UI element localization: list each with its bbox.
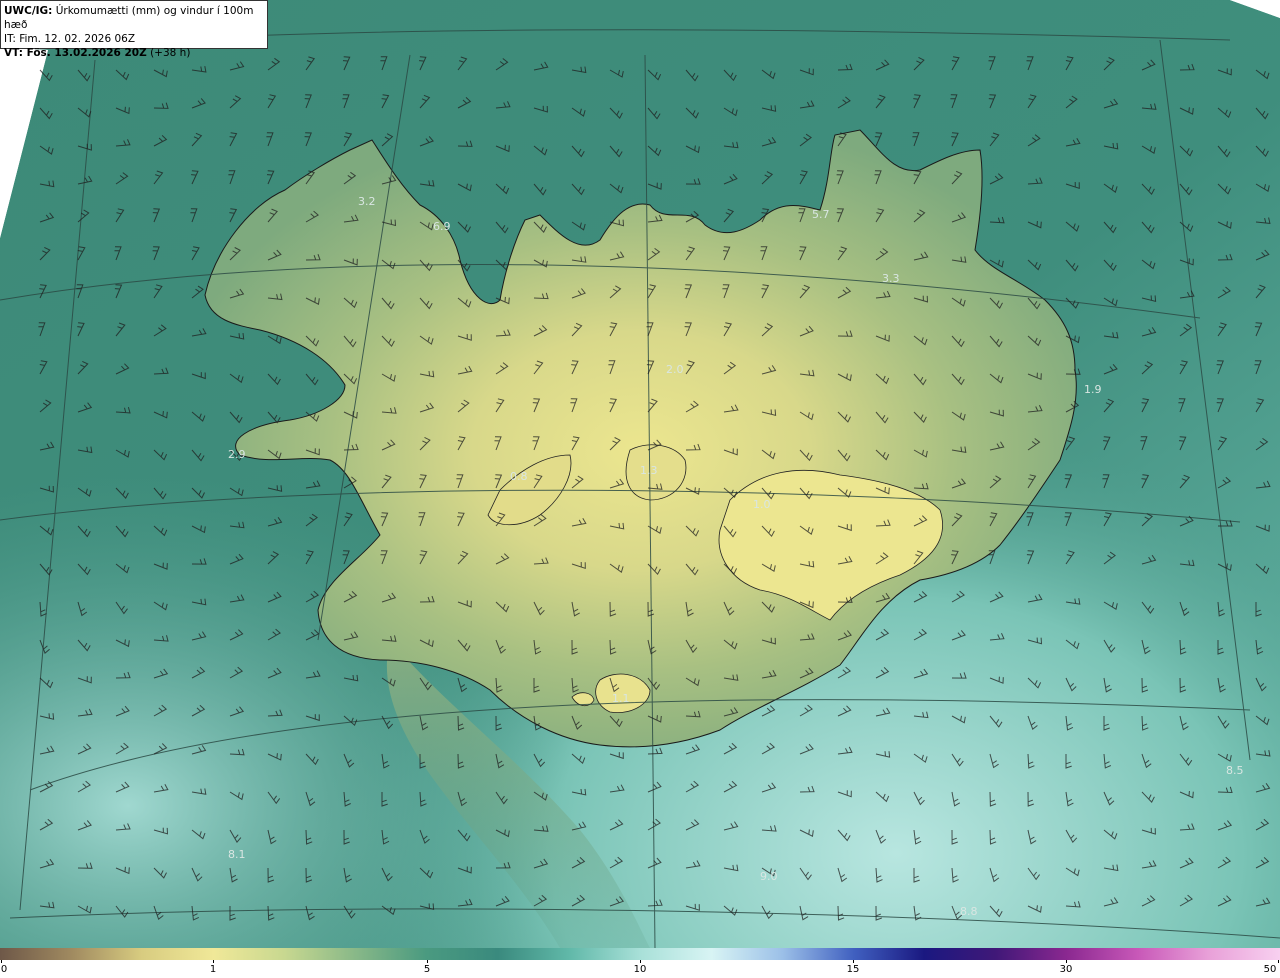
map-value-label: 2.0 xyxy=(666,363,684,376)
map-value-label: 3.2 xyxy=(358,195,376,208)
map-value-label: 8.8 xyxy=(960,905,978,918)
map-value-label: 1.1 xyxy=(612,692,630,705)
valid-time-line: VT: Fös. 13.02.2026 20Z (+38 h) xyxy=(4,46,264,60)
initial-time: IT: Fim. 12. 02. 2026 06Z xyxy=(4,33,136,45)
forecast-lead: (+38 h) xyxy=(146,47,191,59)
map-value-label: 0.8 xyxy=(510,470,528,483)
colorbar-strip xyxy=(0,948,1280,960)
colorbar-tick-label: 1 xyxy=(209,964,217,975)
map-value-label: 3.3 xyxy=(882,272,900,285)
map-canvas: 3.2 6.9 5.7 3.3 2.0 2.9 1.9 0.8 1.3 1.0 … xyxy=(0,0,1280,949)
colorbar-tick-label: 50 xyxy=(1263,964,1277,975)
map-value-label: 9.0 xyxy=(760,870,778,883)
map-value-label: 8.1 xyxy=(228,848,246,861)
map-value-label: 2.9 xyxy=(228,448,246,461)
map-value-label: 5.7 xyxy=(812,208,830,221)
precipitation-map: 3.2 6.9 5.7 3.3 2.0 2.9 1.9 0.8 1.3 1.0 … xyxy=(0,0,1280,949)
map-value-label: 6.9 xyxy=(433,220,451,233)
map-value-label: 8.5 xyxy=(1226,764,1244,777)
valid-time: VT: Fös. 13.02.2026 20Z xyxy=(4,47,147,59)
model-code: UWC/IG: xyxy=(4,5,53,17)
map-value-label: 1.0 xyxy=(753,498,771,511)
colorbar: 0 1 5 10 15 30 50 xyxy=(0,948,1280,978)
colorbar-tick-label: 5 xyxy=(423,964,431,975)
colorbar-tick-label: 30 xyxy=(1059,964,1073,975)
colorbar-tick-label: 15 xyxy=(846,964,860,975)
map-value-label: 1.3 xyxy=(640,464,658,477)
header-title-line: UWC/IG: Úrkomumætti (mm) og vindur í 100… xyxy=(4,4,264,32)
colorbar-tick-label: 0 xyxy=(0,964,8,975)
map-header: UWC/IG: Úrkomumætti (mm) og vindur í 100… xyxy=(0,0,268,59)
map-value-label: 1.9 xyxy=(1084,383,1102,396)
colorbar-tick-label: 10 xyxy=(633,964,647,975)
